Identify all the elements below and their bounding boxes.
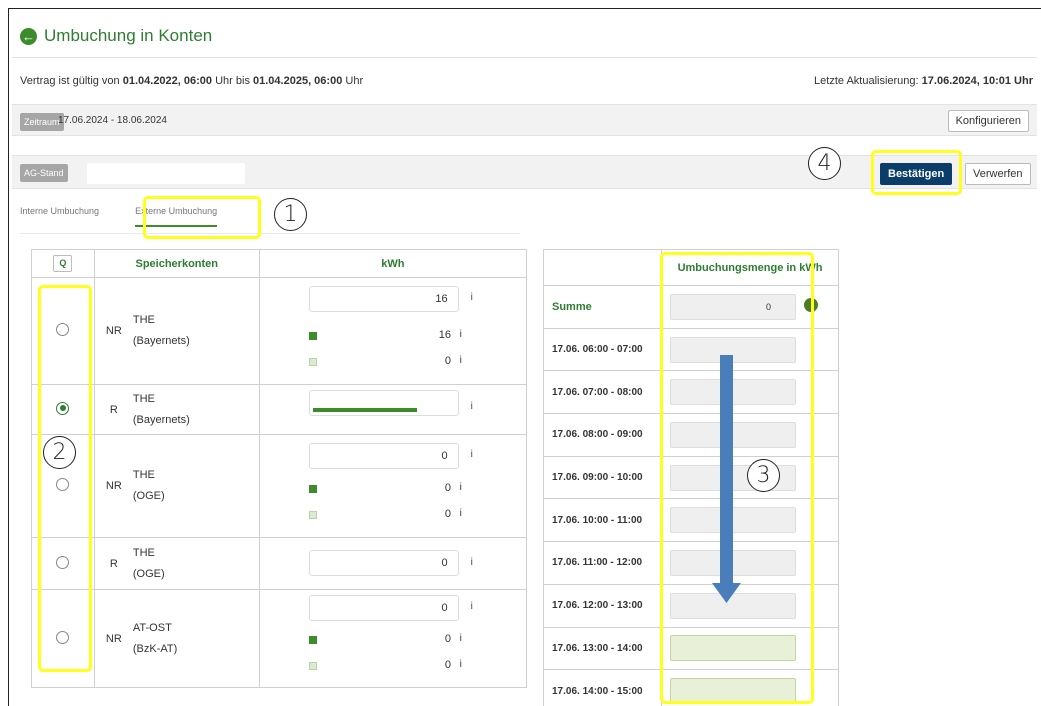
kwh-cell: 16 i 16 i 0 i xyxy=(258,277,528,385)
light-value: 0 xyxy=(444,355,451,367)
col-kwh: kWh xyxy=(258,249,528,278)
account-abbr: NR xyxy=(105,632,122,645)
accounts-header-row: Q Speicherkonten kWh xyxy=(31,249,528,278)
divider xyxy=(12,57,1037,58)
kwh-input[interactable]: 0 xyxy=(308,550,459,576)
account-name: THE (Bayernets) xyxy=(132,314,190,347)
col-q: Q xyxy=(31,249,95,278)
kwh-input[interactable]: 0 xyxy=(308,595,459,621)
highlight-confirm-button xyxy=(871,150,962,195)
time-label: 17.06. 11:00 - 12:00 xyxy=(543,541,662,585)
tab-divider xyxy=(20,233,520,234)
light-value: 0 xyxy=(444,508,451,520)
light-square-icon xyxy=(308,358,317,366)
account-abbr: NR xyxy=(105,325,122,337)
info-icon[interactable]: i xyxy=(460,482,462,493)
green-square-icon xyxy=(308,332,317,340)
highlight-radio-column xyxy=(38,285,92,672)
green-value: 16 xyxy=(438,329,451,341)
info-icon[interactable]: i xyxy=(471,449,473,460)
sum-label: Summe xyxy=(543,285,662,329)
info-icon[interactable]: i xyxy=(460,329,462,340)
time-label: 17.06. 06:00 - 07:00 xyxy=(543,327,662,372)
ag-tag: AG-Stand xyxy=(20,164,68,182)
account-abbr: R xyxy=(109,403,118,416)
account-name: THE (OGE) xyxy=(132,469,165,502)
callout-3: 3 xyxy=(747,459,780,492)
green-square-icon xyxy=(308,636,317,644)
kwh-input[interactable]: 0 xyxy=(308,443,459,469)
table-row: NR THE (OGE) 0 i 0 i 0 i xyxy=(31,434,528,538)
tab-internal[interactable]: Interne Umbuchung xyxy=(20,206,99,227)
account-cell: NR THE (Bayernets) xyxy=(93,277,260,385)
info-icon[interactable]: i xyxy=(471,292,473,303)
callout-4: 4 xyxy=(808,147,841,180)
green-value: 0 xyxy=(444,482,451,494)
account-cell: R THE (OGE) xyxy=(93,537,260,590)
callout-2: 2 xyxy=(43,436,76,469)
period-value: 17.06.2024 - 18.06.2024 xyxy=(58,115,167,126)
page-title: Umbuchung in Konten xyxy=(44,26,213,45)
highlight-external-tab xyxy=(143,196,261,239)
account-abbr: NR xyxy=(105,480,122,492)
time-label: 17.06. 12:00 - 13:00 xyxy=(543,583,662,628)
light-square-icon xyxy=(308,511,317,519)
accounts-table: Q Speicherkonten kWh NR THE (Bayernets) 16… xyxy=(31,249,528,688)
account-name: THE (Bayernets) xyxy=(132,392,190,426)
q-button[interactable]: Q xyxy=(53,255,73,272)
kwh-cell: 0 i 0 i 0 i xyxy=(258,589,528,688)
light-square-icon xyxy=(308,662,317,670)
time-label: 17.06. 10:00 - 11:00 xyxy=(543,498,662,543)
account-cell: NR THE (OGE) xyxy=(93,434,260,538)
time-label: 17.06. 08:00 - 09:00 xyxy=(543,413,662,457)
progress-fill xyxy=(312,408,417,412)
green-value: 0 xyxy=(444,633,451,645)
info-icon[interactable]: i xyxy=(471,401,473,412)
highlight-transfer-column xyxy=(660,252,814,704)
period-tag: Zeitraum xyxy=(20,113,64,131)
info-icon[interactable]: i xyxy=(460,659,462,670)
period-bar: Zeitraum 17.06.2024 - 18.06.2024 Konfigu… xyxy=(12,104,1037,136)
back-arrow-icon[interactable]: ← xyxy=(20,27,37,45)
progress-bar xyxy=(308,390,459,416)
table-row: NR THE (Bayernets) 16 i 16 i 0 i xyxy=(31,277,528,385)
account-name: AT-OST (BzK-AT) xyxy=(132,621,178,655)
table-row: R THE (OGE) 0 i xyxy=(31,537,528,590)
info-icon[interactable]: i xyxy=(471,557,473,568)
contract-validity: Vertrag ist gültig von 01.04.2022, 06:00… xyxy=(20,75,364,87)
account-cell: NR AT-OST (BzK-AT) xyxy=(93,589,260,688)
page-header: ← Umbuchung in Konten xyxy=(20,26,212,46)
light-value: 0 xyxy=(444,659,451,671)
ag-stand-field[interactable] xyxy=(87,163,245,184)
kwh-cell: 0 i 0 i 0 i xyxy=(258,434,528,538)
time-label: 17.06. 07:00 - 08:00 xyxy=(543,370,662,415)
callout-1: 1 xyxy=(274,198,307,231)
info-icon[interactable]: i xyxy=(460,355,462,366)
kwh-cell: 0 i xyxy=(258,537,528,590)
info-icon[interactable]: i xyxy=(471,601,473,612)
info-icon[interactable]: i xyxy=(460,508,462,519)
green-square-icon xyxy=(308,485,317,493)
time-col-header xyxy=(543,249,662,286)
table-row: R THE (Bayernets) i xyxy=(31,384,528,435)
account-name: THE (OGE) xyxy=(132,546,165,580)
kwh-cell: i xyxy=(258,384,528,435)
kwh-input[interactable]: 16 xyxy=(308,286,459,312)
table-row: NR AT-OST (BzK-AT) 0 i 0 i 0 i xyxy=(31,589,528,688)
time-label: 17.06. 09:00 - 10:00 xyxy=(543,455,662,500)
last-update: Letzte Aktualisierung: 17.06.2024, 10:01… xyxy=(814,75,1033,87)
discard-button[interactable]: Verwerfen xyxy=(965,163,1031,185)
configure-button[interactable]: Konfigurieren xyxy=(947,110,1029,132)
time-label: 17.06. 13:00 - 14:00 xyxy=(543,626,662,671)
account-abbr: R xyxy=(109,557,118,570)
info-icon[interactable]: i xyxy=(460,633,462,644)
time-label: 17.06. 14:00 - 15:00 xyxy=(543,669,662,706)
account-cell: R THE (Bayernets) xyxy=(93,384,260,435)
col-accounts: Speicherkonten xyxy=(93,249,260,278)
